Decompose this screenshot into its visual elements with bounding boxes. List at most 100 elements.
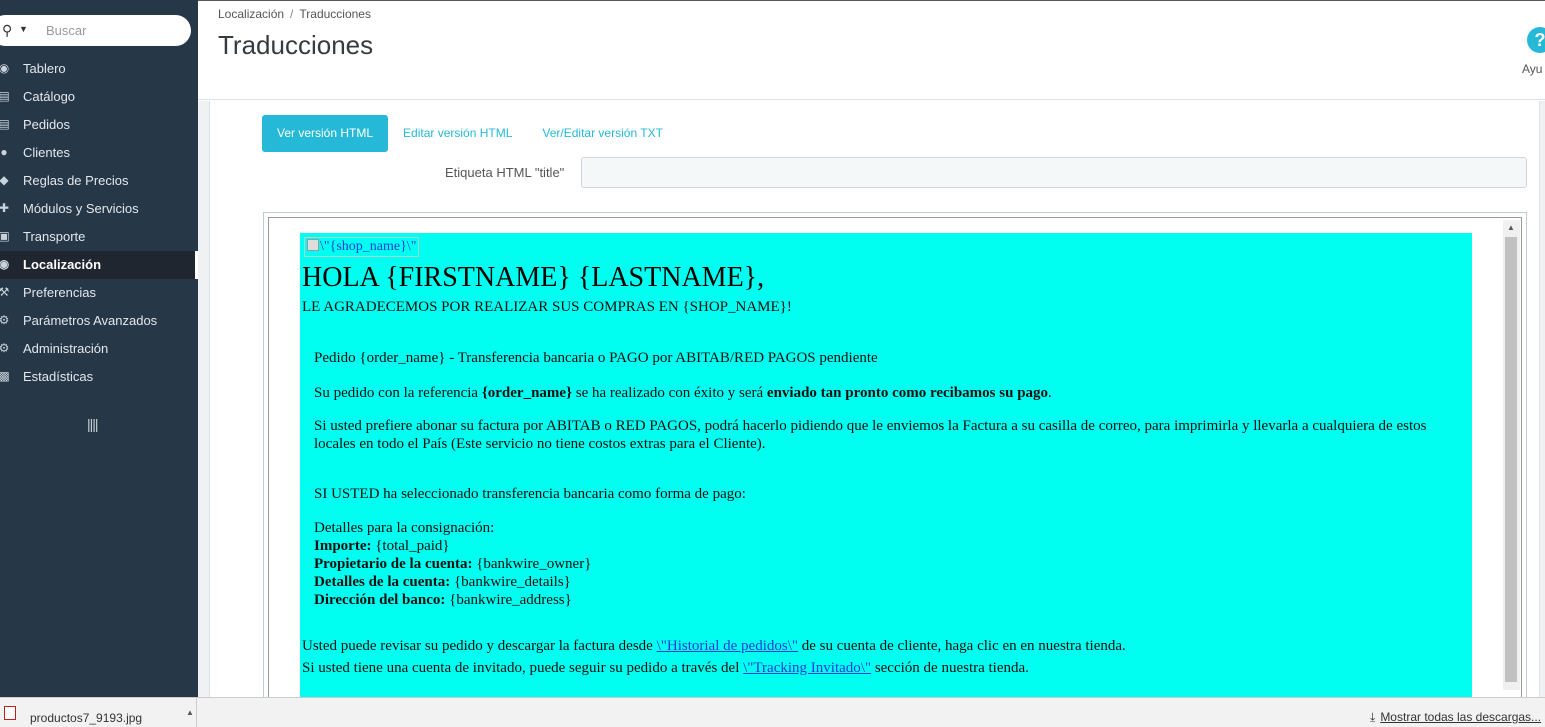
wrench-icon: ⚒ <box>0 285 10 299</box>
email-history-line: Usted puede revisar su pedido y descarga… <box>302 638 1126 655</box>
download-file-name[interactable]: productos7_9193.jpg <box>30 711 142 725</box>
search-input[interactable]: Buscar <box>46 23 86 38</box>
sidebar-item-clientes[interactable]: ● Clientes <box>0 139 198 167</box>
scrollbar-thumb[interactable] <box>1505 237 1517 682</box>
sidebar-item-label: Administración <box>23 341 109 356</box>
breadcrumb-separator: / <box>290 7 294 21</box>
text-segment: de su cuenta de cliente, haga clic en en… <box>798 638 1126 654</box>
sidebar-item-label: Estadísticas <box>23 369 94 384</box>
page-title: Traducciones <box>218 30 374 60</box>
bold-segment: Dirección del banco: <box>314 592 446 608</box>
preview-scrollbar[interactable]: ▲ <box>1503 220 1520 690</box>
sidebar-item-administracion[interactable]: ⚙ Administración <box>0 335 198 363</box>
catalog-icon: ▤ <box>0 89 10 103</box>
email-greeting: HOLA {FIRSTNAME} {LASTNAME}, <box>302 262 765 293</box>
email-thanks: LE AGRADECEMOS POR REALIZAR SUS COMPRAS … <box>302 299 792 315</box>
sidebar-item-label: Catálogo <box>23 89 76 104</box>
price-rules-icon: ◆ <box>0 173 9 187</box>
email-bank-address-line: Dirección del banco: {bankwire_address} <box>314 591 1454 609</box>
email-details-title: Detalles para la consignación: <box>314 520 495 536</box>
sidebar-item-preferencias[interactable]: ⚒ Preferencias <box>0 279 198 307</box>
bar-chart-icon: ▩ <box>0 369 10 383</box>
sidebar-item-label: Tablero <box>23 61 66 76</box>
breadcrumb-item[interactable]: Traducciones <box>299 7 371 21</box>
sidebar-item-label: Reglas de Precios <box>23 173 129 188</box>
sidebar-item-catalogo[interactable]: ▤ Catálogo <box>0 83 198 111</box>
chevron-up-icon[interactable]: ▲ <box>186 708 194 717</box>
logo-alt-text: \"{shop_name}\" <box>320 239 417 254</box>
order-history-link[interactable]: \"Historial de pedidos\" <box>657 638 798 654</box>
customers-icon: ● <box>0 145 8 159</box>
bold-segment: Importe: <box>314 538 372 554</box>
title-field-label: Etiqueta HTML "title" <box>445 165 565 180</box>
sidebar-item-transporte[interactable]: ▣ Transporte <box>0 223 198 251</box>
globe-icon: ◉ <box>0 257 10 271</box>
text-segment: Su pedido con la referencia <box>314 385 482 401</box>
truck-icon: ▣ <box>0 229 10 243</box>
sidebar-item-label: Localización <box>23 257 102 272</box>
view-tabs: Ver versión HTML Editar versión HTML Ver… <box>262 115 678 153</box>
bold-segment: enviado tan pronto como recibamos su pag… <box>766 385 1049 401</box>
image-file-icon <box>4 706 16 720</box>
dashboard-icon: ◉ <box>0 61 10 75</box>
download-item[interactable]: productos7_9193.jpg ▲ <box>0 698 197 727</box>
modules-icon: ✚ <box>0 201 10 215</box>
page-header: Localización / Traducciones Traducciones ?… <box>198 0 1545 100</box>
orders-icon: ▤ <box>0 117 10 131</box>
scroll-up-icon[interactable]: ▲ <box>1507 223 1515 232</box>
bold-segment: {order_name} <box>481 385 572 401</box>
sidebar-item-reglas-precios[interactable]: ◆ Reglas de Precios <box>0 167 198 195</box>
shop-logo-image: \"{shop_name}\" <box>304 237 420 257</box>
search-box[interactable]: ⚲ ▼ Buscar <box>0 15 191 46</box>
broken-image-icon <box>307 239 319 251</box>
breadcrumb: Localización / Traducciones <box>218 7 371 21</box>
email-abitab-paragraph: Si usted prefiere abonar su factura por … <box>314 418 1427 452</box>
show-all-downloads-link[interactable]: ⤓ Mostrar todas las descargas... <box>1370 710 1541 725</box>
sidebar-item-localizacion[interactable]: ◉ Localización <box>0 251 198 279</box>
tab-edit-html[interactable]: Editar versión HTML <box>388 115 527 152</box>
email-order-line: Pedido {order_name} - Transferencia banc… <box>314 350 878 366</box>
text-segment: sección de nuestra tienda. <box>871 660 1029 676</box>
tab-view-html[interactable]: Ver versión HTML <box>262 115 389 152</box>
email-account-details-line: Detalles de la cuenta: {bankwire_details… <box>314 573 1454 591</box>
sidebar-item-label: Pedidos <box>23 117 70 132</box>
sidebar-item-label: Módulos y Servicios <box>23 201 139 216</box>
sidebar-item-parametros[interactable]: ⚙ Parámetros Avanzados <box>0 307 198 335</box>
text-segment: {total_paid} <box>371 538 450 554</box>
sidebar-item-label: Transporte <box>23 229 86 244</box>
text-segment: Usted puede revisar su pedido y descarga… <box>302 638 657 654</box>
sidebar-item-estadisticas[interactable]: ▩ Estadísticas <box>0 363 198 391</box>
sidebar-item-tablero[interactable]: ◉ Tablero <box>0 55 198 83</box>
guest-tracking-link[interactable]: \"Tracking Invitado\" <box>743 660 871 676</box>
bold-segment: Detalles de la cuenta: <box>314 574 451 590</box>
text-segment: se ha realizado con éxito y será <box>571 385 767 401</box>
sidebar: ⚲ ▼ Buscar ◉ Tablero ▤ Catálogo ▤ Pedidos ●… <box>0 0 198 697</box>
email-reference-line: Su pedido con la referencia {order_name}… <box>314 384 1454 402</box>
show-all-downloads-label[interactable]: Mostrar todas las descargas... <box>1380 710 1541 724</box>
cog-icon: ⚙ <box>0 341 10 355</box>
collapse-sidebar-icon[interactable]: |||| <box>87 416 99 432</box>
text-segment: {bankwire_address} <box>445 592 572 608</box>
text-segment: . <box>1048 385 1052 401</box>
download-icon: ⤓ <box>1370 710 1376 724</box>
text-segment: {bankwire_owner} <box>472 556 592 572</box>
chevron-down-icon[interactable]: ▼ <box>19 24 28 34</box>
email-guest-line: Si usted tiene una cuenta de invitado, p… <box>302 660 1029 677</box>
text-segment: {bankwire_details} <box>450 574 571 590</box>
search-icon[interactable]: ⚲ <box>2 22 12 39</box>
tab-view-edit-txt[interactable]: Ver/Editar versión TXT <box>527 115 678 152</box>
title-field-input[interactable] <box>581 157 1527 188</box>
bold-segment: Propietario de la cuenta: <box>314 556 473 572</box>
sidebar-item-label: Parámetros Avanzados <box>23 313 158 328</box>
breadcrumb-item[interactable]: Localización <box>218 7 284 21</box>
download-bar: productos7_9193.jpg ▲ ⤓ Mostrar todas las… <box>0 697 1545 727</box>
help-icon[interactable]: ? <box>1527 27 1545 53</box>
sidebar-item-label: Clientes <box>23 145 70 160</box>
sidebar-item-label: Preferencias <box>23 285 96 300</box>
text-segment: Si usted tiene una cuenta de invitado, p… <box>302 660 744 676</box>
email-amount-line: Importe: {total_paid} <box>314 537 1454 555</box>
sidebar-item-modulos[interactable]: ✚ Módulos y Servicios <box>0 195 198 223</box>
email-owner-line: Propietario de la cuenta: {bankwire_owne… <box>314 555 1454 573</box>
sidebar-item-pedidos[interactable]: ▤ Pedidos <box>0 111 198 139</box>
help-label[interactable]: Ayu <box>1522 62 1542 76</box>
